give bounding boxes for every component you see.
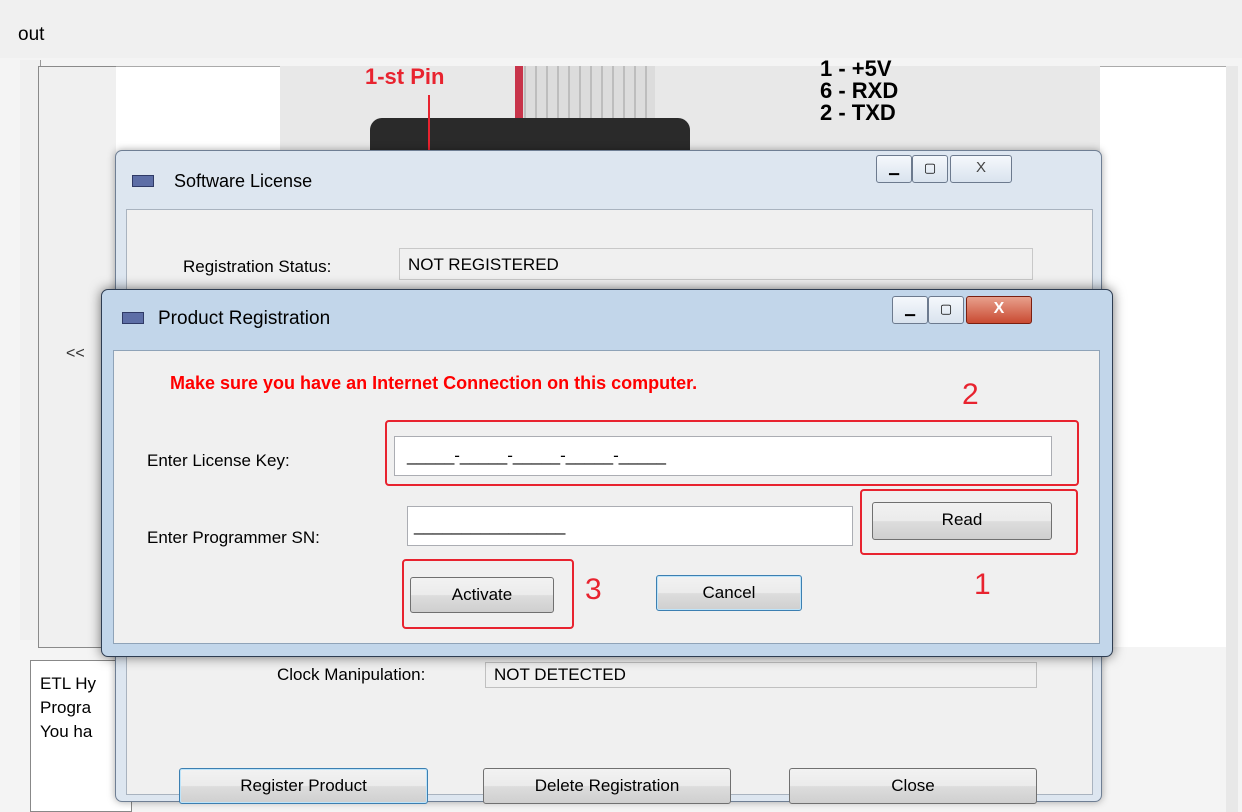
menu-item-partial[interactable]: out	[18, 24, 44, 46]
pin-pointer-line	[428, 95, 430, 150]
close-button[interactable]: Close	[789, 768, 1037, 804]
annotation-box-activate	[402, 559, 574, 629]
collapse-panel-button[interactable]: <<	[66, 345, 85, 363]
programmer-sn-label: Enter Programmer SN:	[147, 528, 320, 547]
window-title: Software License	[174, 171, 313, 191]
log-line: Progra	[40, 698, 92, 717]
maximize-button[interactable]: ▢	[928, 296, 964, 324]
pin-label: 1-st Pin	[365, 64, 445, 89]
annotation-step-2: 2	[962, 378, 979, 411]
close-icon[interactable]: X	[950, 155, 1012, 183]
registration-status-label: Registration Status:	[183, 257, 332, 276]
maximize-button[interactable]: ▢	[912, 155, 948, 183]
registration-status-field: NOT REGISTERED	[399, 248, 1033, 280]
annotation-step-3: 3	[585, 573, 602, 606]
menu-bar	[0, 0, 1242, 58]
close-icon[interactable]: X	[966, 296, 1032, 324]
ribbon-cable-red-wire	[515, 66, 523, 122]
internet-warning: Make sure you have an Internet Connectio…	[170, 373, 698, 393]
app-icon	[132, 175, 154, 187]
cancel-button[interactable]: Cancel	[656, 575, 802, 611]
log-line: ETL Hy	[40, 674, 97, 693]
register-product-button[interactable]: Register Product	[179, 768, 428, 804]
dialog-title: Product Registration	[158, 308, 331, 329]
log-line: You ha	[40, 722, 93, 741]
ribbon-cable-image	[515, 66, 655, 122]
clock-manipulation-label: Clock Manipulation:	[277, 665, 426, 684]
minimize-button[interactable]: ▁	[876, 155, 912, 183]
delete-registration-button[interactable]: Delete Registration	[483, 768, 731, 804]
annotation-box-license-key	[385, 420, 1079, 486]
minimize-button[interactable]: ▁	[892, 296, 928, 324]
right-scrollbar[interactable]	[1226, 66, 1238, 812]
clock-manipulation-field: NOT DETECTED	[485, 662, 1037, 688]
license-key-label: Enter License Key:	[147, 451, 290, 470]
log-text: ETL Hy Progra You ha	[40, 672, 96, 744]
pinout-legend: 1 - +5V 6 - RXD 2 - TXD	[820, 56, 899, 125]
programmer-sn-input[interactable]: ________________	[407, 506, 853, 546]
app-icon	[122, 312, 144, 324]
annotation-box-read	[860, 489, 1078, 555]
annotation-step-1: 1	[974, 568, 991, 601]
